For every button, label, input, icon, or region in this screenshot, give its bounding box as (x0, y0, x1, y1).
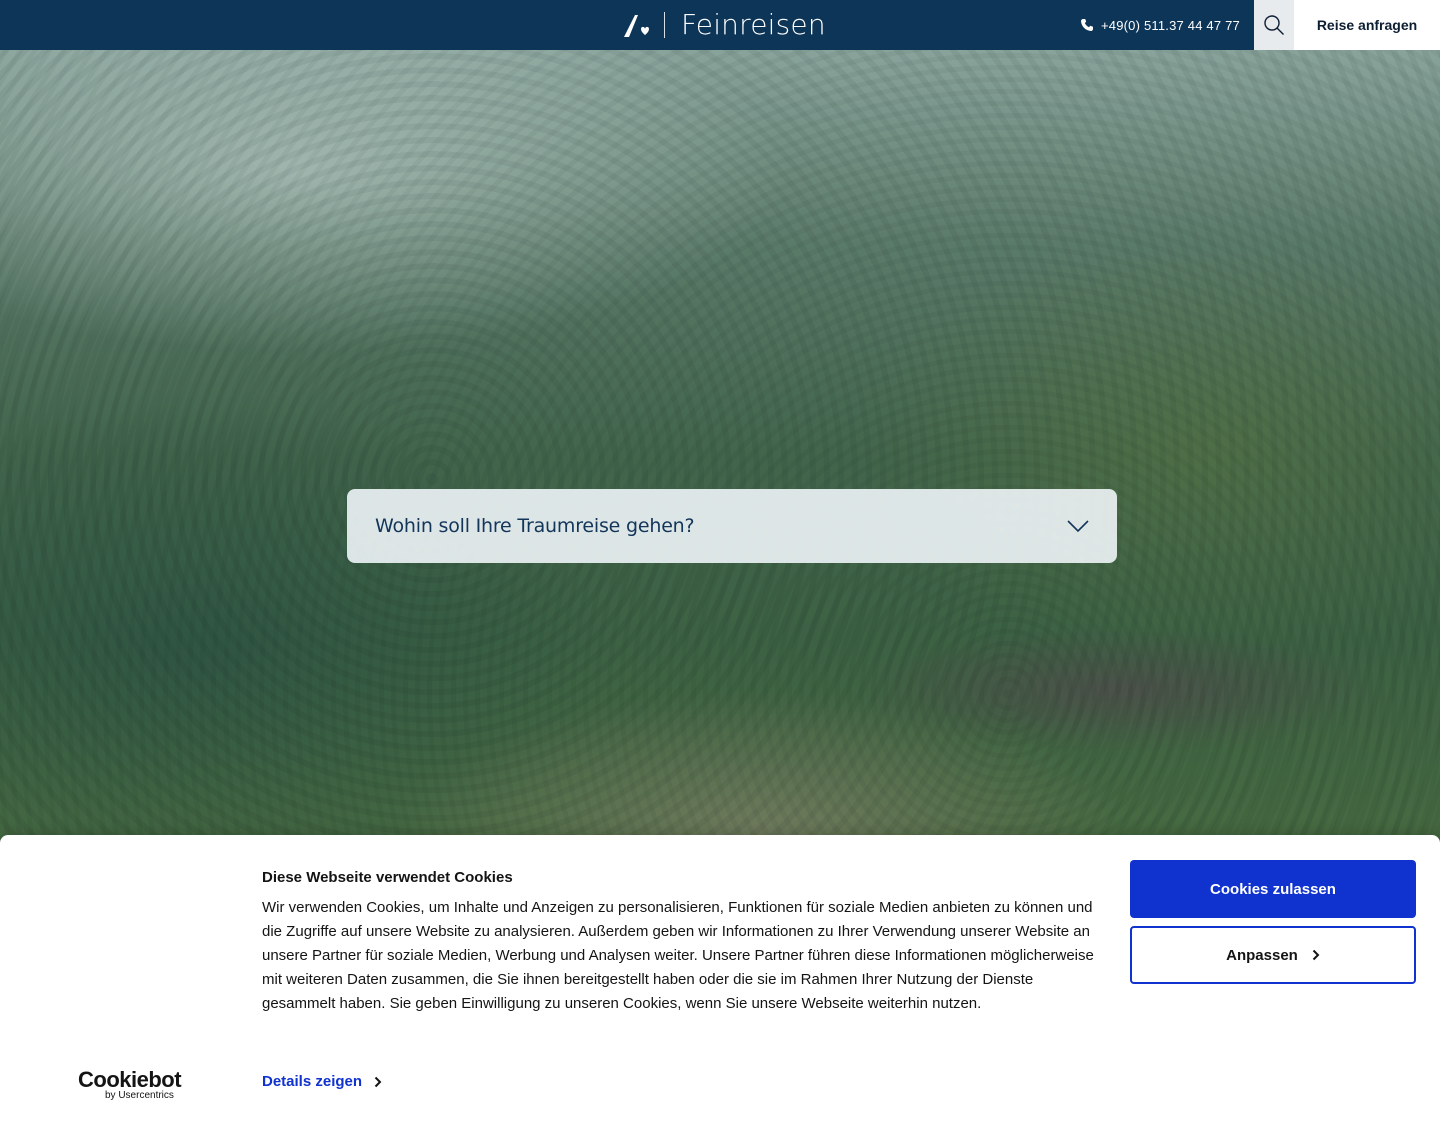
brand-divider (664, 12, 665, 38)
details-link[interactable]: Details zeigen (262, 1073, 382, 1090)
cookie-title: Diese Webseite verwendet Cookies (262, 869, 513, 886)
search-button[interactable] (1254, 0, 1294, 50)
phone-link[interactable]: +49(0) 511.37 44 47 77 (1080, 0, 1240, 50)
phone-icon (1081, 19, 1093, 31)
chevron-right-icon (1312, 949, 1320, 961)
request-trip-button[interactable]: Reise anfragen (1294, 0, 1440, 50)
customize-cookies-button[interactable]: Anpassen (1130, 926, 1416, 984)
svg-text:Cookiebot: Cookiebot (78, 1068, 182, 1092)
chevron-right-icon (374, 1076, 382, 1087)
cookie-description: Wir verwenden Cookies, um Inhalte und An… (262, 899, 1094, 1012)
cookiebot-logo: Cookiebot by Usercentrics (78, 1068, 182, 1100)
customize-label: Anpassen (1226, 946, 1298, 964)
allow-cookies-button[interactable]: Cookies zulassen (1130, 860, 1416, 918)
chevron-down-icon (1067, 520, 1089, 533)
svg-text:by Usercentrics: by Usercentrics (105, 1090, 174, 1100)
destination-placeholder: Wohin soll Ihre Traumreise gehen? (375, 515, 695, 537)
feinreisen-mark-icon (624, 15, 649, 37)
brand-logo[interactable]: Feinreisen (622, 9, 826, 41)
search-icon (1264, 15, 1284, 35)
phone-number: +49(0) 511.37 44 47 77 (1101, 17, 1240, 33)
destination-select[interactable]: Wohin soll Ihre Traumreise gehen? (347, 489, 1117, 563)
brand-name: Feinreisen (681, 8, 826, 41)
site-header: Feinreisen +49(0) 511.37 44 47 77 Reise … (0, 0, 1440, 50)
details-label: Details zeigen (262, 1073, 363, 1090)
